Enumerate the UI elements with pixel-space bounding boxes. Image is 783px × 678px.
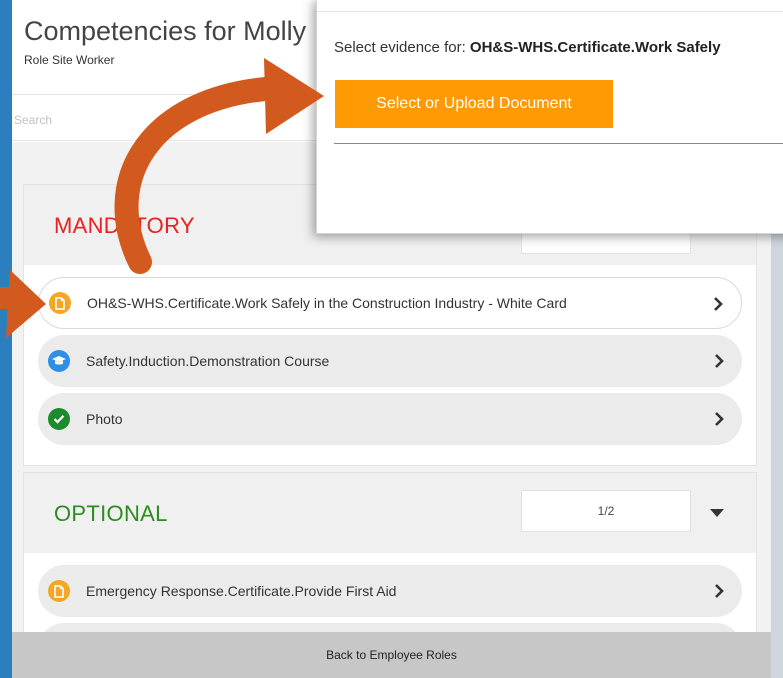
evidence-modal: Select evidence for: OH&S-WHS.Certificat… [316, 0, 783, 234]
competency-item-white-card[interactable]: OH&S-WHS.Certificate.Work Safely in the … [38, 277, 742, 329]
modal-divider [334, 143, 783, 144]
background-panel-left [0, 0, 12, 678]
mandatory-label: MANDATORY [54, 213, 195, 238]
competency-item-label: Emergency Response.Certificate.Provide F… [86, 583, 397, 599]
graduation-cap-icon [48, 350, 70, 372]
chevron-right-icon [715, 584, 724, 598]
optional-counter: 1/2 [521, 490, 691, 532]
optional-section-header[interactable]: OPTIONAL 1/2 [24, 473, 756, 553]
competency-item-photo[interactable]: Photo [38, 393, 742, 445]
chevron-right-icon [714, 297, 723, 311]
optional-section: OPTIONAL 1/2 Emergency Response.Certific… [23, 472, 757, 675]
competency-item-label: OH&S-WHS.Certificate.Work Safely in the … [87, 295, 567, 311]
evidence-target-name: OH&S-WHS.Certificate.Work Safely [469, 39, 721, 56]
modal-top-bar [317, 0, 783, 12]
search-input[interactable] [14, 113, 314, 127]
select-or-upload-document-button[interactable]: Select or Upload Document [335, 80, 613, 128]
competency-item-first-aid[interactable]: Emergency Response.Certificate.Provide F… [38, 565, 742, 617]
caret-down-icon[interactable] [710, 509, 724, 517]
check-circle-icon [48, 408, 70, 430]
optional-label: OPTIONAL [54, 501, 168, 526]
back-to-employee-roles-button[interactable]: Back to Employee Roles [12, 632, 771, 678]
competency-item-induction[interactable]: Safety.Induction.Demonstration Course [38, 335, 742, 387]
document-icon [48, 580, 70, 602]
document-icon [49, 292, 71, 314]
evidence-prompt-prefix: Select evidence for: [334, 39, 470, 56]
evidence-prompt: Select evidence for: OH&S-WHS.Certificat… [334, 39, 721, 56]
chevron-right-icon [715, 354, 724, 368]
chevron-right-icon [715, 412, 724, 426]
competency-item-label: Photo [86, 411, 123, 427]
competency-item-label: Safety.Induction.Demonstration Course [86, 353, 330, 369]
